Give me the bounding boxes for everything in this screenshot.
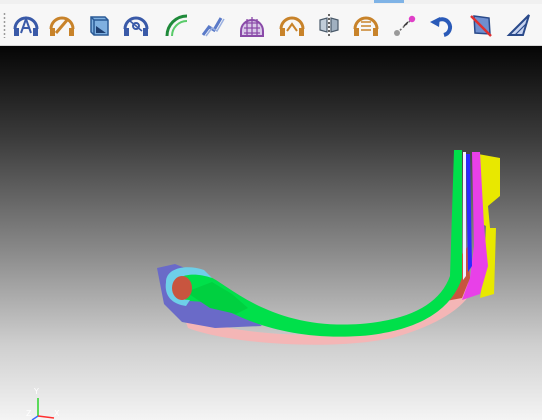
tire-model-scene[interactable]: [0, 46, 542, 420]
auto-mesh-icon: [13, 16, 39, 36]
box-select-icon: [470, 15, 492, 37]
z-axis-label: Z: [26, 409, 32, 418]
node-connect-button[interactable]: [389, 9, 421, 41]
y-axis-label: Y: [34, 387, 39, 396]
arc-curve-button[interactable]: [160, 9, 192, 41]
edit-geometry-button[interactable]: [46, 9, 78, 41]
spline-curve-icon: [201, 17, 225, 37]
3d-viewport[interactable]: Y Z X: [0, 46, 542, 420]
mirror-symmetry-button[interactable]: [313, 9, 345, 41]
axis-triad-lines: [31, 398, 55, 420]
z-axis-line: [31, 415, 39, 420]
grid-mesh-icon: [240, 17, 264, 37]
tire-section-button[interactable]: [120, 9, 152, 41]
inner-liner-strip[interactable]: [463, 152, 466, 280]
node-connect-icon: [394, 15, 416, 36]
surface-box-icon: [90, 16, 109, 36]
x-axis-line: [37, 415, 55, 419]
undo-rotate-button[interactable]: [426, 9, 458, 41]
profile-mesh-icon: [279, 16, 305, 36]
surface-box-button[interactable]: [83, 9, 115, 41]
arc-curve-icon: [165, 14, 188, 37]
layer-stack-icon: [353, 16, 379, 36]
spline-curve-button[interactable]: [197, 9, 229, 41]
main-toolbar: [0, 4, 542, 46]
toolbar-grip-handle[interactable]: [3, 12, 6, 38]
x-axis-label: X: [54, 409, 60, 418]
layer-stack-button[interactable]: [350, 9, 382, 41]
axis-triad: Y Z X: [26, 386, 66, 420]
bead-wire[interactable]: [172, 276, 192, 300]
edit-geometry-icon: [49, 16, 75, 36]
measure-angle-button[interactable]: [503, 9, 535, 41]
mirror-symmetry-icon: [319, 14, 339, 36]
grid-mesh-button[interactable]: [236, 9, 268, 41]
box-select-button[interactable]: [465, 9, 497, 41]
undo-rotate-icon: [430, 17, 452, 37]
measure-angle-icon: [506, 14, 530, 36]
auto-mesh-button[interactable]: [10, 9, 42, 41]
tire-section-icon: [123, 16, 149, 36]
profile-mesh-button[interactable]: [276, 9, 308, 41]
title-bar-accent: [374, 0, 404, 3]
